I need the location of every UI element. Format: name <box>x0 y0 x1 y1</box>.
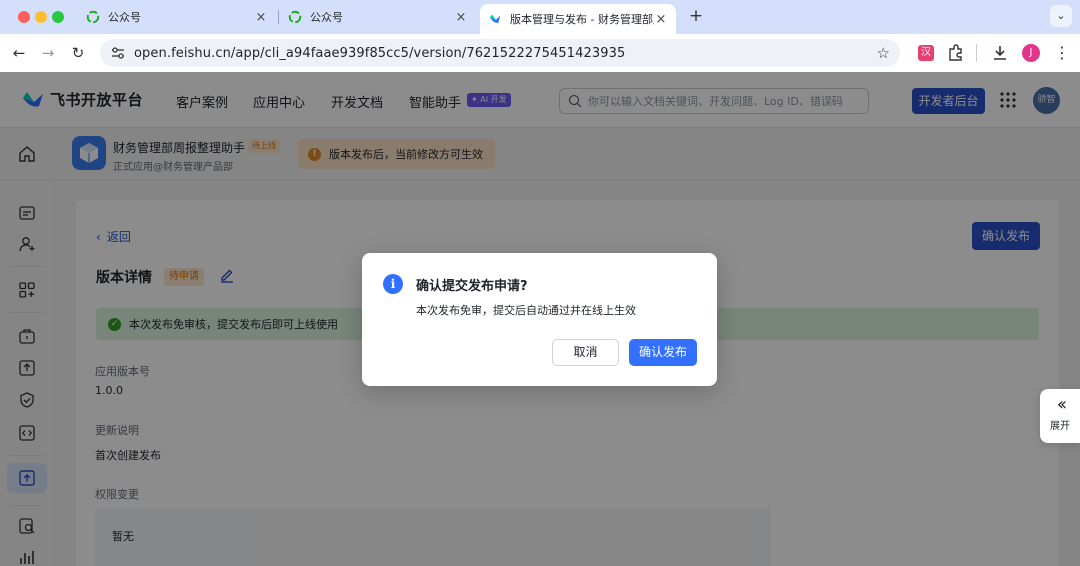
profile-avatar[interactable]: J <box>1022 44 1040 62</box>
confirm-publish-dialog: i 确认提交发布申请? 本次发布免审，提交后自动通过并在线上生效 取消 确认发布 <box>362 253 717 386</box>
dialog-body: 本次发布免审，提交后自动通过并在线上生效 <box>416 304 636 317</box>
expand-label: 展开 <box>1050 421 1070 432</box>
address-bar[interactable]: open.feishu.cn/app/cli_a94faae939f85cc5/… <box>100 39 900 67</box>
browser-tab-3-active[interactable]: 版本管理与发布 - 财务管理部周 × <box>480 4 676 34</box>
tab-close-icon[interactable]: × <box>654 12 668 27</box>
wechat-official-icon <box>288 10 302 24</box>
reload-icon[interactable]: ↻ <box>67 42 89 64</box>
bookmark-star-icon[interactable]: ☆ <box>877 44 890 62</box>
browser-tab-1[interactable]: 公众号 × <box>78 4 276 30</box>
forward-arrow-icon[interactable]: → <box>37 42 59 64</box>
tab-title: 公众号 <box>108 11 141 24</box>
browser-tab-bar: 公众号 × 公众号 × 版本管理与发布 - 财务管理部周 × + ⌄ <box>0 0 1080 34</box>
site-settings-icon[interactable] <box>110 45 126 61</box>
expand-panel-button[interactable]: ‹‹ 展开 <box>1040 389 1080 443</box>
browser-menu-icon[interactable]: ⋮ <box>1054 43 1070 63</box>
info-icon: i <box>383 274 403 294</box>
back-arrow-icon[interactable]: ← <box>8 42 30 64</box>
extensions-puzzle-icon[interactable] <box>946 43 966 63</box>
tab-title: 版本管理与发布 - 财务管理部周 <box>510 13 654 26</box>
wechat-official-icon <box>86 10 100 24</box>
dialog-title: 确认提交发布申请? <box>416 279 528 294</box>
tab-separator <box>278 10 279 24</box>
window-minimize-button[interactable] <box>35 11 47 23</box>
new-tab-button[interactable]: + <box>686 6 706 26</box>
dialog-confirm-publish-button[interactable]: 确认发布 <box>629 339 697 366</box>
browser-toolbar: ← → ↻ open.feishu.cn/app/cli_a94faae939f… <box>0 34 1080 72</box>
tab-search-chevron-icon[interactable]: ⌄ <box>1050 5 1072 27</box>
window-close-button[interactable] <box>18 11 30 23</box>
tab-close-icon[interactable]: × <box>254 10 268 25</box>
download-icon[interactable] <box>990 43 1010 63</box>
translate-extension-icon[interactable]: 汉 <box>918 45 934 61</box>
cancel-button[interactable]: 取消 <box>552 339 619 366</box>
browser-tab-2[interactable]: 公众号 × <box>280 4 476 30</box>
window-maximize-button[interactable] <box>52 11 64 23</box>
double-chevron-left-icon: ‹‹ <box>1056 394 1067 415</box>
tab-close-icon[interactable]: × <box>454 10 468 25</box>
toolbar-separator <box>976 44 977 62</box>
url-text: open.feishu.cn/app/cli_a94faae939f85cc5/… <box>134 45 626 61</box>
tab-title: 公众号 <box>310 11 343 24</box>
feishu-logo-icon <box>489 14 501 23</box>
